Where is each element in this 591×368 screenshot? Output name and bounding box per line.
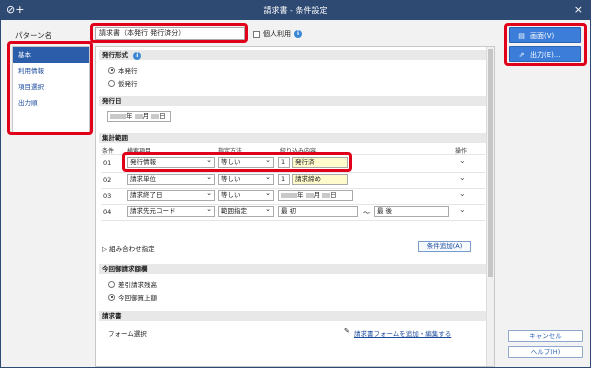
month-label: 月: [313, 191, 321, 199]
section-current-amount: 今回御請求額欄: [99, 264, 487, 274]
method-select[interactable]: 等しい: [218, 174, 274, 185]
window-title: 請求書 - 条件設定: [263, 6, 328, 15]
divider: [101, 154, 485, 155]
radio-balance[interactable]: 差引請求残高: [108, 279, 157, 289]
radio-button[interactable]: [108, 79, 115, 87]
method-select[interactable]: 等しい: [218, 190, 274, 201]
nav-item-item-selection[interactable]: 項目選択: [13, 79, 89, 95]
combine-label: 組み合わせ指定: [109, 245, 155, 253]
code-field[interactable]: 1: [278, 157, 290, 168]
content-field[interactable]: 請求締め: [292, 174, 348, 185]
section-issue-format: 発行形式 i: [99, 50, 487, 60]
section-aggregation: 集計範囲: [99, 133, 487, 143]
radio-button[interactable]: [108, 293, 115, 301]
code-field[interactable]: 1: [278, 174, 290, 185]
month-label: 月: [142, 112, 150, 120]
search-item-select[interactable]: 発行情報: [127, 157, 215, 168]
screen-icon: ▤: [518, 32, 525, 40]
divider: [101, 204, 485, 205]
nav-item-basic[interactable]: 基本: [13, 47, 89, 63]
row-number: 04: [103, 208, 112, 216]
range-to-field[interactable]: 最 後: [374, 206, 449, 217]
pattern-name-caption: パターン名: [15, 31, 53, 40]
section-invoice: 請求書: [99, 311, 487, 321]
chevron-down-icon[interactable]: ⌄: [459, 205, 466, 214]
divider: [101, 220, 485, 221]
combine-toggle[interactable]: ▷ 組み合わせ指定: [102, 243, 155, 253]
cancel-button[interactable]: キャンセル: [508, 330, 583, 342]
add-form-link[interactable]: 請求書フォームを追加・編集する: [354, 328, 451, 338]
radio-purchase[interactable]: 今回御買上額: [108, 292, 157, 302]
output-button-label: 出力(E)...: [530, 51, 561, 59]
radio-button[interactable]: [108, 66, 115, 74]
add-condition-button[interactable]: 条件追加(A): [418, 241, 471, 252]
search-item-select[interactable]: 請求終了日: [127, 190, 215, 201]
scroll-thumb[interactable]: [488, 49, 493, 277]
left-pane: パターン名 基本 利用情報 項目選択 出力順: [1, 20, 93, 367]
dialog-body: パターン名 基本 利用情報 項目選択 出力順 請求書（本発行 発行済分） 個人利…: [1, 20, 590, 367]
screen-button-label: 画面(V): [530, 32, 555, 40]
radio-issue-provisional[interactable]: 仮発行: [108, 78, 138, 88]
output-button[interactable]: ⇗ 出力(E)...: [509, 46, 581, 62]
settings-form: 発行形式 i 本発行 仮発行 発行日 年 月 日 集計範囲 条件 検索項目 指定…: [95, 46, 495, 367]
chevron-down-icon[interactable]: ⌄: [459, 173, 466, 182]
method-select[interactable]: 等しい: [218, 157, 274, 168]
radio-label: 本発行: [118, 67, 138, 75]
main-pane: 請求書（本発行 発行済分） 個人利用 i 発行形式 i 本発行 仮発行 発行日 …: [90, 20, 500, 367]
divider: [101, 172, 485, 173]
personal-use-checkbox[interactable]: [253, 30, 260, 38]
personal-use-group: 個人利用 i: [253, 29, 302, 39]
day-label: 日: [159, 112, 166, 120]
chevron-down-icon[interactable]: ⌄: [459, 156, 466, 165]
close-icon[interactable]: ×: [574, 3, 583, 16]
nav-item-output-order[interactable]: 出力順: [13, 95, 89, 111]
nav-item-usage-info[interactable]: 利用情報: [13, 63, 89, 79]
year-label: 年: [297, 191, 304, 199]
info-icon[interactable]: i: [294, 30, 302, 38]
row-number: 02: [103, 176, 112, 184]
screen-button[interactable]: ▤ 画面(V): [509, 27, 581, 43]
radio-button[interactable]: [108, 280, 115, 288]
row-number: 03: [103, 192, 112, 200]
range-from-field[interactable]: 最 初: [278, 206, 358, 217]
content-field[interactable]: 発行済: [292, 157, 348, 168]
row-number: 01: [103, 159, 112, 167]
radio-issue-final[interactable]: 本発行: [108, 65, 138, 75]
year-label: 年: [126, 112, 133, 120]
method-select[interactable]: 範囲指定: [218, 206, 274, 217]
export-icon: ⇗: [518, 51, 525, 59]
radio-label: 仮発行: [118, 80, 138, 88]
info-icon[interactable]: i: [133, 52, 142, 60]
section-issue-date: 発行日: [99, 96, 487, 106]
form-select-label: フォーム選択: [108, 330, 147, 338]
radio-label: 差引請求残高: [118, 281, 157, 289]
right-pane: ▤ 画面(V) ⇗ 出力(E)... キャンセル ヘルプ(H): [502, 20, 590, 367]
edit-icon: ✎: [344, 327, 350, 335]
chevron-down-icon[interactable]: ⌄: [459, 189, 466, 198]
section-title: 発行形式: [102, 51, 128, 59]
pattern-nav-list: 基本 利用情報 項目選択 出力順: [12, 46, 90, 133]
date-field[interactable]: 年 月 日: [278, 190, 353, 201]
pattern-name-input[interactable]: 請求書（本発行 発行済分）: [95, 27, 245, 40]
title-bar: ⊘+ 請求書 - 条件設定 ×: [0, 0, 591, 20]
issue-date-field[interactable]: 年 月 日: [107, 111, 171, 122]
divider: [101, 188, 485, 189]
vertical-scrollbar[interactable]: [486, 47, 494, 366]
day-label: 日: [330, 191, 337, 199]
range-tilde: ～: [363, 209, 370, 217]
search-item-select[interactable]: 請求単位: [127, 174, 215, 185]
search-item-select[interactable]: 請求先元コード: [127, 206, 215, 217]
personal-use-label: 個人利用: [263, 30, 291, 38]
radio-label: 今回御買上額: [118, 294, 157, 302]
help-button[interactable]: ヘルプ(H): [508, 346, 583, 358]
